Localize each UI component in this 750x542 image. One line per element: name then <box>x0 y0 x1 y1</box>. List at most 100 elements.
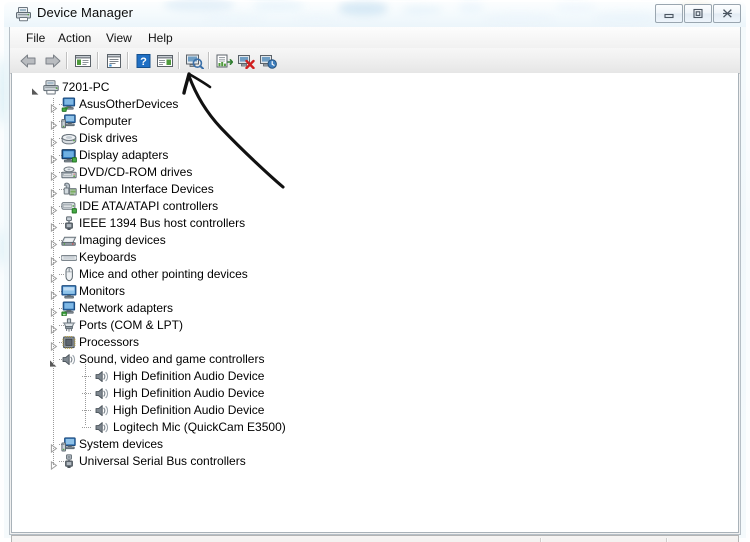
toolbar-separator-5 <box>208 52 210 69</box>
tree-item[interactable]: Computer <box>12 113 738 131</box>
minimize-button[interactable] <box>655 4 683 23</box>
tree-item[interactable]: Monitors <box>12 283 738 301</box>
tree-item-label: Disk drives <box>79 131 138 145</box>
tree-item[interactable]: Keyboards <box>12 249 738 267</box>
tree-item[interactable]: Universal Serial Bus controllers <box>12 453 738 471</box>
tree-item[interactable]: Display adapters <box>12 147 738 165</box>
sound-icon <box>94 386 110 401</box>
tree-item-label: Ports (COM & LPT) <box>79 318 184 332</box>
tree-item-label: High Definition Audio Device <box>113 403 265 417</box>
network-adapter-icon <box>61 301 77 317</box>
tree-item[interactable]: Ports (COM & LPT) <box>12 317 738 335</box>
tree-connector <box>82 376 92 377</box>
tree-item[interactable]: IEEE 1394 Bus host controllers <box>12 215 738 233</box>
statusbar <box>11 535 739 542</box>
tree-item[interactable]: DVD/CD-ROM drives <box>12 164 738 182</box>
device-tree: 7201-PC AsusOtherDevices Computer Disk d… <box>12 79 738 471</box>
ide-controller-icon <box>61 199 77 214</box>
statusbar-divider-2 <box>666 538 668 542</box>
close-button[interactable] <box>713 4 741 23</box>
menu-view[interactable]: View <box>101 30 137 46</box>
disk-drive-icon <box>61 131 77 146</box>
tree-item-label: Imaging devices <box>79 233 166 247</box>
properties-button[interactable] <box>103 50 125 71</box>
tree-item[interactable]: High Definition Audio Device <box>12 402 738 419</box>
forward-button[interactable] <box>41 50 63 71</box>
tree-item[interactable]: Logitech Mic (QuickCam E3500) <box>12 419 738 436</box>
tree-item-label: 7201-PC <box>62 80 110 94</box>
dvd-drive-icon <box>61 165 77 180</box>
device-tree-pane[interactable]: 7201-PC AsusOtherDevices Computer Disk d… <box>11 73 739 533</box>
screen: Device Manager File Action View Help ? 7… <box>0 0 750 542</box>
tree-root-item[interactable]: 7201-PC <box>12 79 738 96</box>
toolbar-separator-4 <box>178 52 180 69</box>
tree-item[interactable]: Processors <box>12 334 738 352</box>
toolbar: ? <box>10 48 740 74</box>
tree-item-label: IDE ATA/ATAPI controllers <box>79 199 219 213</box>
device-manager-window: Device Manager File Action View Help ? 7… <box>4 1 746 542</box>
tree-item-label: Mice and other pointing devices <box>79 267 248 281</box>
tree-item[interactable]: Mice and other pointing devices <box>12 266 738 284</box>
window-titlebar[interactable]: Device Manager <box>4 1 746 27</box>
usb-icon <box>61 454 77 469</box>
scan-for-hardware-changes-button[interactable] <box>183 50 205 71</box>
tree-item-label: AsusOtherDevices <box>79 97 179 111</box>
tree-item-label: High Definition Audio Device <box>113 369 265 383</box>
tree-item[interactable]: Disk drives <box>12 130 738 148</box>
processor-icon <box>61 335 77 350</box>
tree-connector <box>82 393 92 394</box>
hid-icon <box>61 182 77 197</box>
maximize-button[interactable] <box>684 4 712 23</box>
other-devices-icon <box>61 97 77 112</box>
menubar: File Action View Help <box>10 27 740 49</box>
imaging-device-icon <box>61 233 77 248</box>
tree-item[interactable]: Network adapters <box>12 300 738 318</box>
tree-item-label: Logitech Mic (QuickCam E3500) <box>113 420 286 434</box>
tree-item[interactable]: AsusOtherDevices <box>12 96 738 114</box>
window-client-area: File Action View Help ? 7201-PC AsusOthe… <box>9 27 741 542</box>
tree-item[interactable]: High Definition Audio Device <box>12 368 738 385</box>
keyboard-icon <box>60 250 78 265</box>
tree-item[interactable]: Human Interface Devices <box>12 181 738 199</box>
sound-icon <box>94 369 110 384</box>
toolbar-separator-2 <box>97 52 99 69</box>
menu-action[interactable]: Action <box>53 30 96 46</box>
tree-item[interactable]: High Definition Audio Device <box>12 385 738 402</box>
disable-device-button[interactable] <box>257 50 279 71</box>
tree-item-label: IEEE 1394 Bus host controllers <box>79 216 246 230</box>
menu-help[interactable]: Help <box>143 30 178 46</box>
tree-spine <box>53 98 54 466</box>
help-button[interactable]: ? <box>132 50 154 71</box>
tree-spine-children <box>85 364 86 426</box>
show-hide-action-pane-button[interactable] <box>154 50 176 71</box>
tree-item-label: Network adapters <box>79 301 174 315</box>
tree-item[interactable]: IDE ATA/ATAPI controllers <box>12 198 738 216</box>
port-icon <box>61 318 77 333</box>
tree-item[interactable]: Imaging devices <box>12 232 738 250</box>
mouse-icon <box>61 266 77 282</box>
tree-connector <box>82 427 92 428</box>
tree-item-label: Processors <box>79 335 140 349</box>
system-device-icon <box>61 437 77 452</box>
toolbar-separator-3 <box>127 52 129 69</box>
device-manager-icon <box>15 6 32 22</box>
tree-item-label: Universal Serial Bus controllers <box>79 454 246 468</box>
show-hide-console-tree-button[interactable] <box>72 50 94 71</box>
tree-item-label: High Definition Audio Device <box>113 386 265 400</box>
uninstall-device-button[interactable] <box>235 50 257 71</box>
update-driver-software-button[interactable] <box>213 50 235 71</box>
tree-item[interactable]: Sound, video and game controllers <box>12 351 738 368</box>
window-controls <box>654 4 741 23</box>
tree-item[interactable]: System devices <box>12 436 738 454</box>
sound-icon <box>61 352 77 367</box>
tree-item-label: Keyboards <box>79 250 137 264</box>
tree-item-label: Monitors <box>79 284 126 298</box>
menu-file[interactable]: File <box>21 30 50 46</box>
display-adapter-icon <box>61 148 77 163</box>
tree-item-label: Sound, video and game controllers <box>79 352 265 366</box>
tree-collapse-twisty-icon[interactable] <box>31 83 40 95</box>
sound-icon <box>94 420 110 435</box>
monitor-icon <box>61 284 77 299</box>
back-button[interactable] <box>18 50 40 71</box>
tree-connector <box>82 410 92 411</box>
